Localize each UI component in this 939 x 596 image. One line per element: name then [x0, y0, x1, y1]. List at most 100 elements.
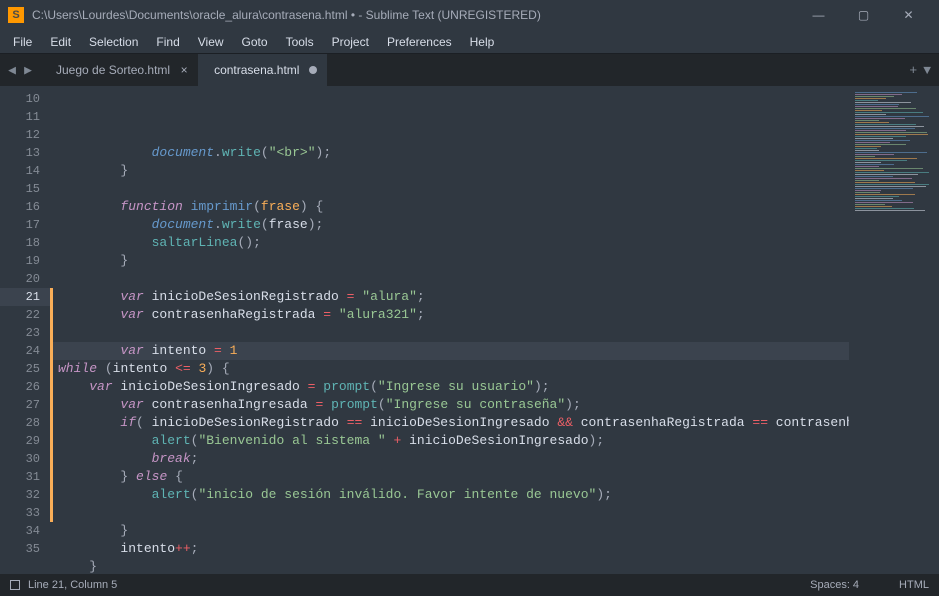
code-line[interactable]: document.write("<br>"); [50, 144, 849, 162]
editor[interactable]: 1011121314151617181920212223242526272829… [0, 86, 939, 574]
app-icon: S [8, 7, 24, 23]
line-gutter[interactable]: 1011121314151617181920212223242526272829… [0, 86, 50, 574]
indent-setting[interactable]: Spaces: 4 [810, 579, 859, 591]
minimap-line [855, 104, 899, 105]
minimap-line [855, 196, 899, 197]
line-number[interactable]: 14 [0, 162, 40, 180]
minimap-line [855, 112, 923, 113]
line-number[interactable]: 12 [0, 126, 40, 144]
code-line[interactable]: saltarLinea(); [50, 234, 849, 252]
tab-contrasena-html[interactable]: contrasena.html [198, 54, 327, 86]
code-line[interactable] [50, 504, 849, 522]
minimap-line [855, 168, 923, 169]
tab-forward-button[interactable]: ▶ [22, 63, 34, 78]
code-line[interactable]: } [50, 522, 849, 540]
line-number[interactable]: 17 [0, 216, 40, 234]
minimap-line [855, 204, 885, 205]
minimap-line [855, 92, 917, 93]
close-button[interactable]: ✕ [886, 0, 931, 30]
minimap-line [855, 146, 881, 147]
code-line[interactable] [50, 324, 849, 342]
line-number[interactable]: 15 [0, 180, 40, 198]
code-line[interactable]: } [50, 558, 849, 574]
code-line[interactable]: alert("Bienvenido al sistema " + inicioD… [50, 432, 849, 450]
line-number[interactable]: 13 [0, 144, 40, 162]
line-number[interactable]: 28 [0, 414, 40, 432]
menu-help[interactable]: Help [461, 32, 504, 52]
code-line[interactable]: } else { [50, 468, 849, 486]
tab-juego-de-sorteo-html[interactable]: Juego de Sorteo.html× [40, 54, 198, 86]
line-number[interactable]: 16 [0, 198, 40, 216]
minimap-line [855, 152, 927, 153]
line-number[interactable]: 19 [0, 252, 40, 270]
line-number[interactable]: 18 [0, 234, 40, 252]
minimap-line [855, 166, 879, 167]
code-line[interactable]: if( inicioDeSesionRegistrado == inicioDe… [50, 414, 849, 432]
line-number[interactable]: 29 [0, 432, 40, 450]
minimap-line [855, 206, 892, 207]
menu-preferences[interactable]: Preferences [378, 32, 461, 52]
code-line[interactable]: alert("inicio de sesión inválido. Favor … [50, 486, 849, 504]
new-tab-button[interactable]: + [909, 63, 917, 78]
line-number[interactable]: 21 [0, 288, 50, 306]
minimap-line [855, 110, 882, 111]
code-line[interactable] [50, 180, 849, 198]
code-line[interactable]: } [50, 252, 849, 270]
code-line[interactable]: document.write(frase); [50, 216, 849, 234]
menu-view[interactable]: View [189, 32, 233, 52]
line-number[interactable]: 30 [0, 450, 40, 468]
code-line[interactable]: intento++; [50, 540, 849, 558]
minimap-line [855, 114, 886, 115]
menu-goto[interactable]: Goto [233, 32, 277, 52]
maximize-button[interactable]: ▢ [841, 0, 886, 30]
window-controls: — ▢ ✕ [796, 0, 931, 30]
line-number[interactable]: 26 [0, 378, 40, 396]
menu-find[interactable]: Find [147, 32, 188, 52]
menu-file[interactable]: File [4, 32, 41, 52]
tab-back-button[interactable]: ◀ [6, 63, 18, 78]
line-number[interactable]: 10 [0, 90, 40, 108]
code-line[interactable]: } [50, 162, 849, 180]
code-line[interactable]: break; [50, 450, 849, 468]
line-number[interactable]: 35 [0, 540, 40, 558]
code-line[interactable]: while (intento <= 3) { [50, 360, 849, 378]
minimap[interactable] [849, 86, 939, 574]
menu-project[interactable]: Project [323, 32, 378, 52]
line-number[interactable]: 11 [0, 108, 40, 126]
dirty-indicator-icon [307, 64, 319, 76]
code-line[interactable]: var inicioDeSesionRegistrado = "alura"; [50, 288, 849, 306]
line-number[interactable]: 23 [0, 324, 40, 342]
menu-edit[interactable]: Edit [41, 32, 80, 52]
line-number[interactable]: 32 [0, 486, 40, 504]
menu-selection[interactable]: Selection [80, 32, 147, 52]
line-number[interactable]: 27 [0, 396, 40, 414]
line-number[interactable]: 24 [0, 342, 40, 360]
minimap-line [855, 156, 875, 157]
minimap-line [855, 118, 905, 119]
minimap-line [855, 176, 893, 177]
minimap-line [855, 140, 910, 141]
menu-tools[interactable]: Tools [277, 32, 323, 52]
code-line[interactable]: var contrasenhaIngresada = prompt("Ingre… [50, 396, 849, 414]
minimap-line [855, 128, 915, 129]
code-line[interactable]: var inicioDeSesionIngresado = prompt("In… [50, 378, 849, 396]
minimap-line [855, 192, 880, 193]
line-number[interactable]: 25 [0, 360, 40, 378]
code-line[interactable]: var intento = 1 [50, 342, 849, 360]
line-number[interactable]: 31 [0, 468, 40, 486]
line-number[interactable]: 34 [0, 522, 40, 540]
code-line[interactable] [50, 270, 849, 288]
tab-close-icon[interactable]: × [178, 64, 190, 76]
code-line[interactable]: function imprimir(frase) { [50, 198, 849, 216]
statusbar-icon[interactable] [10, 580, 20, 590]
code-area[interactable]: document.write("<br>"); } function impri… [50, 86, 849, 574]
minimap-line [855, 182, 915, 183]
code-line[interactable]: var contrasenhaRegistrada = "alura321"; [50, 306, 849, 324]
line-number[interactable]: 20 [0, 270, 40, 288]
line-number[interactable]: 33 [0, 504, 40, 522]
syntax-setting[interactable]: HTML [899, 579, 929, 591]
tab-menu-button[interactable]: ▼ [923, 63, 931, 78]
minimize-button[interactable]: — [796, 0, 841, 30]
line-number[interactable]: 22 [0, 306, 40, 324]
minimap-line [855, 138, 893, 139]
